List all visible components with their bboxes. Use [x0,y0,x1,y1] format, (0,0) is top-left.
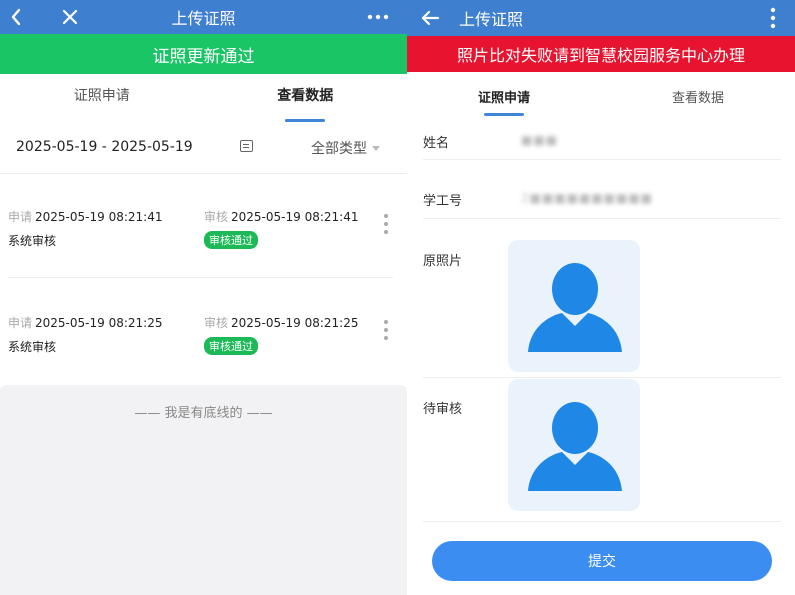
review-time: 2025-05-19 08:21:25 [231,316,359,330]
review-time-line: 审核 2025-05-19 08:21:41 [204,208,358,225]
calendar-icon[interactable] [240,140,253,152]
student-id-label: 学工号 [423,194,463,209]
right-title-bar: 上传证照 [407,0,795,36]
list-item[interactable]: 申请 2025-05-19 08:21:41 审核 2025-05-19 08:21… [0,174,407,277]
right-screen: 上传证照 照片比对失败请到智慧校园服务中心办理 证照申请 查看数据 姓名 ■■■… [407,0,795,595]
apply-label: 申请 [8,316,33,330]
date-range[interactable]: 2025-05-19 - 2025-05-19 [16,139,193,155]
list-end-area: —— 我是有底线的 —— [0,385,407,595]
active-tab-indicator [285,119,326,122]
apply-time: 2025-05-19 08:21:41 [35,210,163,224]
reviewer: 系统审核 [8,234,57,248]
review-label: 审核 [204,316,229,330]
error-banner: 照片比对失败请到智慧校园服务中心办理 [407,36,795,72]
tab-bar: 证照申请 查看数据 [0,74,407,124]
apply-label: 申请 [8,210,33,224]
more-vertical-icon[interactable] [767,0,779,36]
original-photo [508,240,640,372]
end-of-list-note: —— 我是有底线的 —— [134,406,273,421]
reviewer: 系统审核 [8,340,57,354]
name-row: 姓名 ■■■ [423,120,781,160]
left-title-bar: 上传证照 [0,0,407,34]
apply-time: 2025-05-19 08:21:25 [35,316,163,330]
active-tab-indicator [484,113,524,116]
tab-apply-label: 证照申请 [73,88,130,104]
tab-view-data-label: 查看数据 [277,88,334,104]
page-title: 上传证照 [459,10,524,29]
pending-photo[interactable] [508,379,640,511]
submit-button[interactable]: 提交 [432,541,772,581]
original-photo-label: 原照片 [423,254,463,269]
divider [423,521,781,522]
pending-review-label: 待审核 [423,402,463,417]
review-label: 审核 [204,210,229,224]
tab-view-data[interactable]: 查看数据 [204,74,408,124]
apply-time-line: 申请 2025-05-19 08:21:25 [8,314,162,331]
back-arrow-icon[interactable] [419,0,441,36]
list-item[interactable]: 申请 2025-05-19 08:21:25 审核 2025-05-19 08:21… [0,278,407,381]
avatar-placeholder-icon [528,402,622,491]
tab-view-data-label: 查看数据 [671,91,724,106]
divider [423,377,781,378]
page-title: 上传证照 [171,9,236,28]
name-label: 姓名 [423,136,450,151]
left-screen: 上传证照 证照更新通过 证照申请 查看数据 2025-05-19 - 2025-… [0,0,407,595]
status-badge: 审核通过 [204,337,258,355]
status-badge: 审核通过 [204,231,258,249]
review-time: 2025-05-19 08:21:41 [231,210,359,224]
name-value: ■■■ [521,133,559,147]
filter-bar: 2025-05-19 - 2025-05-19 全部类型 [0,124,407,170]
type-filter[interactable]: 全部类型 [311,138,367,158]
tab-apply[interactable]: 证照申请 [407,84,601,118]
more-vertical-icon[interactable] [384,320,388,344]
dropdown-caret-icon[interactable] [372,146,380,151]
tab-apply-label: 证照申请 [477,91,530,106]
tab-view-data[interactable]: 查看数据 [601,84,795,118]
apply-time-line: 申请 2025-05-19 08:21:41 [8,208,162,225]
tab-apply[interactable]: 证照申请 [0,74,204,124]
student-id-value: 2■■■■■■■■■■ [521,191,654,205]
more-vertical-icon[interactable] [384,214,388,238]
id-row: 学工号 2■■■■■■■■■■ [423,160,781,219]
more-icon[interactable] [366,0,390,34]
success-banner: 证照更新通过 [0,34,407,74]
tab-bar: 证照申请 查看数据 [407,84,795,118]
avatar-placeholder-icon [528,263,622,352]
review-time-line: 审核 2025-05-19 08:21:25 [204,314,358,331]
